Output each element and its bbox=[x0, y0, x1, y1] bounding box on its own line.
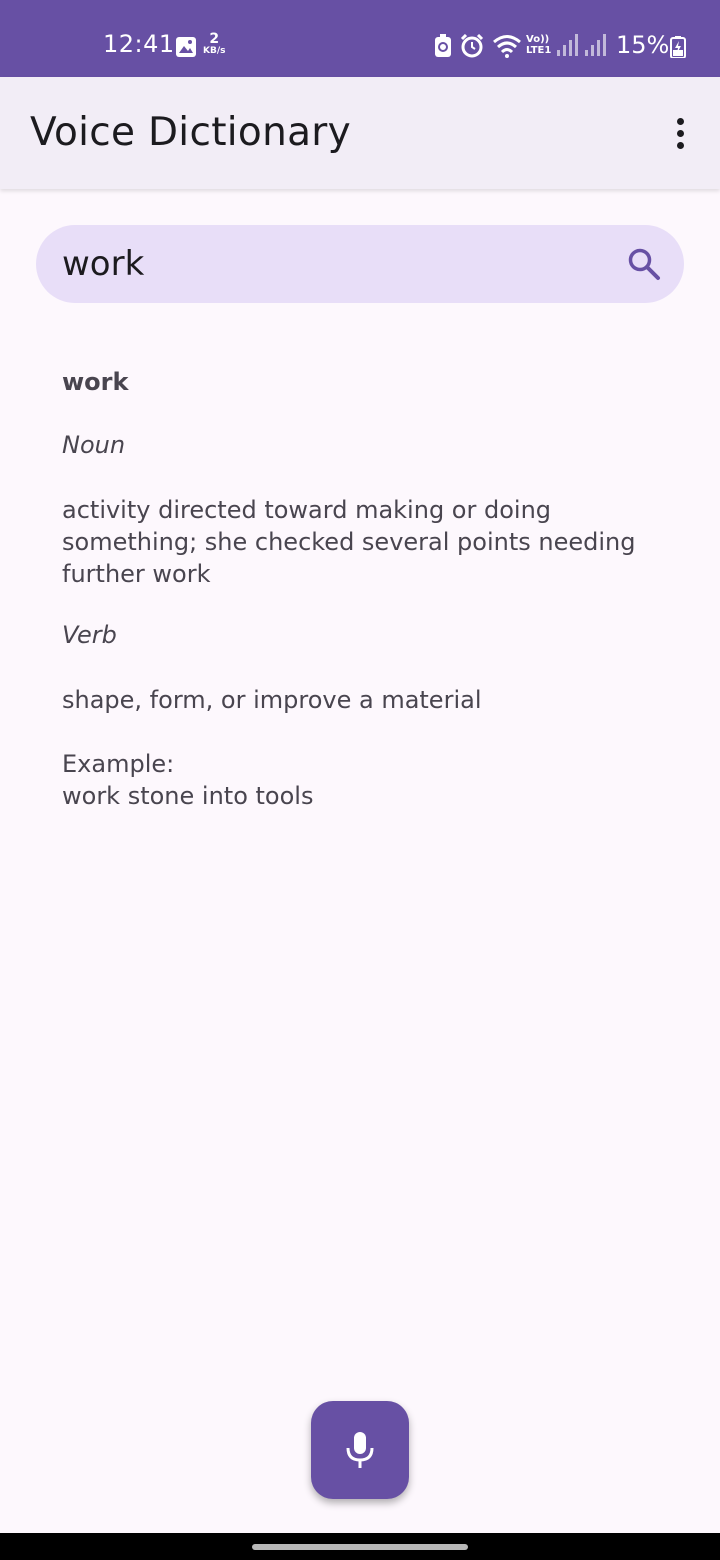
navigation-bar bbox=[0, 1533, 720, 1560]
example-text: work stone into tools bbox=[62, 782, 314, 810]
volte-label: Vo)) LTE1 bbox=[526, 34, 552, 56]
signal-icon bbox=[557, 34, 578, 56]
app-title: Voice Dictionary bbox=[30, 110, 352, 155]
part-of-speech: Verb bbox=[62, 621, 117, 649]
home-handle[interactable] bbox=[252, 1544, 468, 1550]
more-options-button[interactable] bbox=[662, 113, 698, 153]
definition-text: shape, form, or improve a material bbox=[62, 686, 482, 714]
search-icon[interactable] bbox=[626, 246, 662, 282]
network-speed: 2 KB/s bbox=[203, 31, 226, 56]
definition-text: activity directed toward making or doing… bbox=[62, 496, 636, 588]
alarm-icon bbox=[460, 34, 484, 58]
wifi-icon bbox=[493, 35, 521, 58]
signal-icon bbox=[585, 34, 606, 56]
search-input[interactable] bbox=[62, 239, 622, 289]
search-bar bbox=[36, 225, 684, 303]
recycle-icon bbox=[435, 34, 451, 57]
part-of-speech: Noun bbox=[62, 431, 126, 459]
definition-word: work bbox=[62, 368, 129, 396]
image-icon bbox=[176, 37, 196, 57]
app-bar: Voice Dictionary bbox=[0, 77, 720, 189]
voice-search-button[interactable] bbox=[311, 1401, 409, 1499]
example-label: Example: bbox=[62, 750, 175, 778]
battery-charging-icon bbox=[670, 36, 686, 58]
status-time: 12:41 bbox=[103, 30, 175, 58]
battery-percent: 15% bbox=[616, 31, 670, 59]
status-bar: 12:41 2 KB/s Vo)) LTE1 15% bbox=[0, 0, 720, 77]
mic-icon bbox=[346, 1432, 374, 1468]
more-vert-icon bbox=[676, 117, 684, 125]
